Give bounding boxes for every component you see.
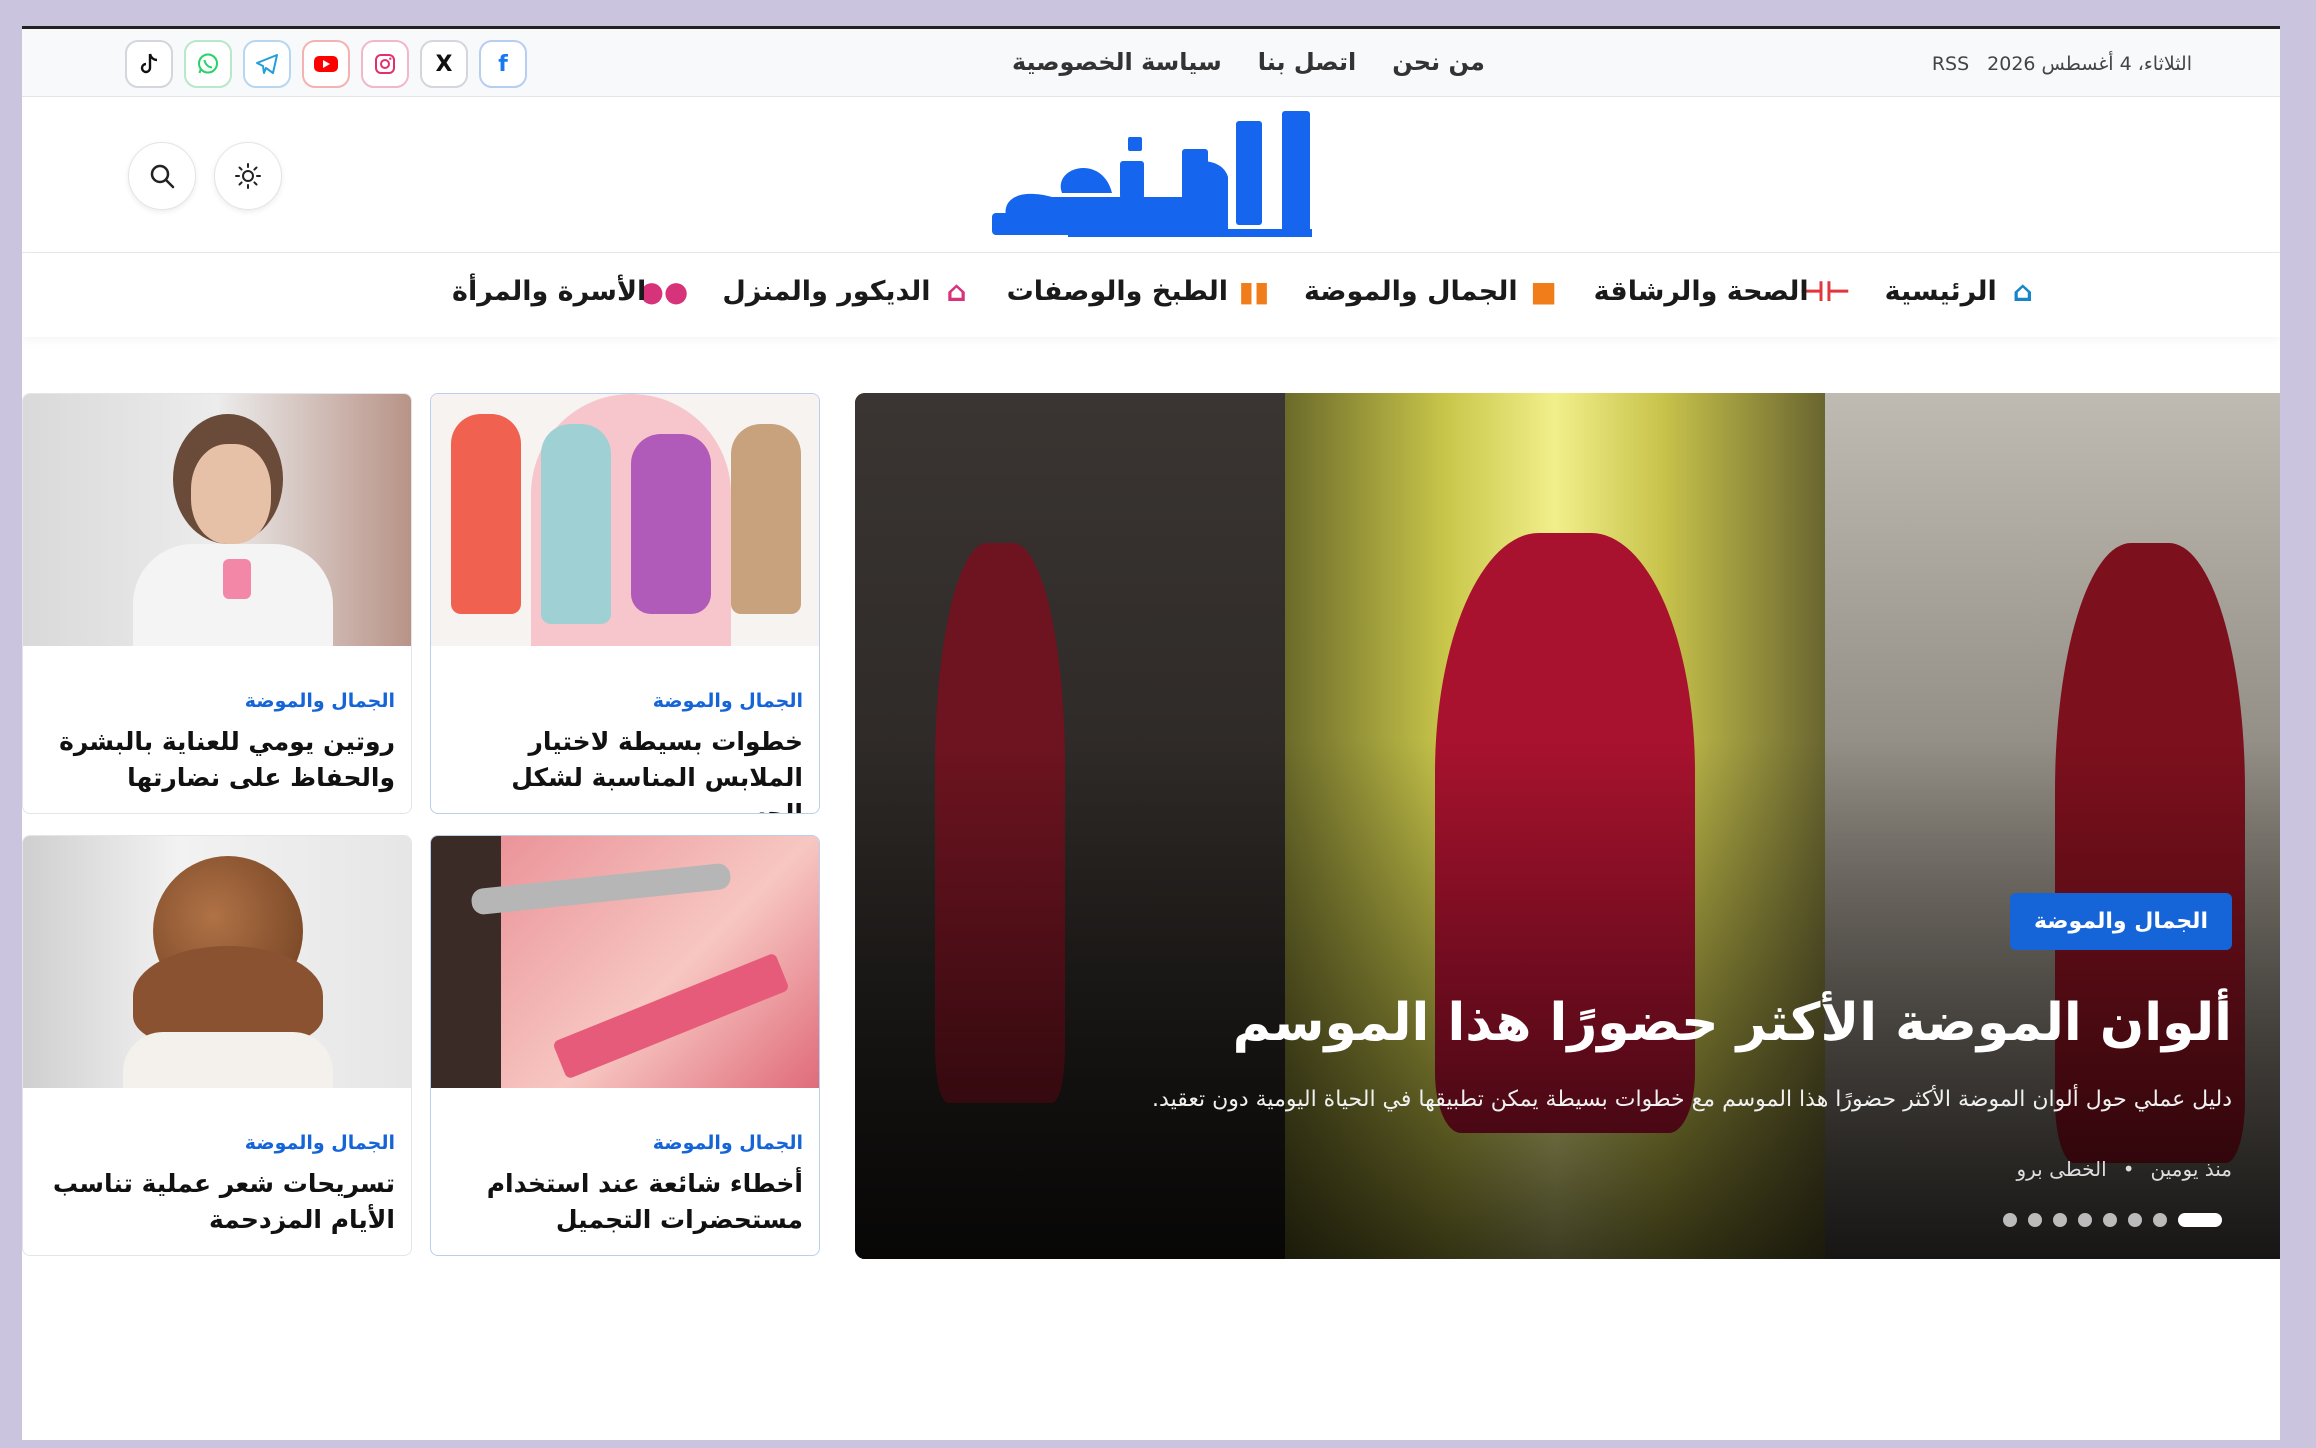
slider-dot[interactable] [2178,1213,2222,1227]
book-icon: ▮▮ [1238,275,1270,308]
social-links: f X [125,40,527,88]
users-icon: ●● [639,275,689,308]
slider-dot[interactable] [2053,1213,2067,1227]
slider-dot[interactable] [2103,1213,2117,1227]
card-category[interactable]: الجمال والموضة [653,1132,803,1154]
current-date: الثلاثاء، 4 أغسطس 2026 [1987,53,2192,75]
nav-item-cooking[interactable]: ▮▮ الطبخ والوصفات [1007,275,1270,308]
nav-label: الأسرة والمرأة [452,276,647,307]
article-thumbnail [23,836,411,1088]
hero-meta: منذ يومين • الخطى برو [2016,1157,2232,1181]
slider-dot[interactable] [2078,1213,2092,1227]
top-date-area: الثلاثاء، 4 أغسطس 2026 RSS [1932,53,2192,75]
browser-page: الثلاثاء، 4 أغسطس 2026 RSS من نحن اتصل ب… [22,26,2280,1440]
house-icon: ⌂ [946,275,967,308]
top-links: من نحن اتصل بنا سياسة الخصوصية [1012,48,1485,76]
slider-dot[interactable] [2003,1213,2017,1227]
main-nav: ⌂ الرئيسية ⊣⊢ الصحة والرشاقة ■ الجمال وا… [22,253,2280,337]
nav-item-beauty[interactable]: ■ الجمال والموضة [1304,275,1560,308]
site-header [22,97,2280,253]
slider-dot[interactable] [2028,1213,2042,1227]
site-logo[interactable] [982,97,1342,253]
card-category[interactable]: الجمال والموضة [245,690,395,712]
instagram-icon[interactable] [361,40,409,88]
nav-label: الجمال والموضة [1304,276,1518,307]
nav-label: الديكور والمنزل [722,276,931,307]
nav-label: الطبخ والوصفات [1006,276,1229,307]
slider-dots [2003,1213,2222,1227]
sun-icon [235,163,261,189]
nav-item-family[interactable]: ●● الأسرة والمرأة [452,275,688,308]
hero-title[interactable]: ألوان الموضة الأكثر حضورًا هذا الموسم [1233,993,2232,1053]
hero-slider[interactable]: الجمال والموضة ألوان الموضة الأكثر حضورً… [855,393,2280,1259]
nav-item-health[interactable]: ⊣⊢ الصحة والرشاقة [1594,275,1851,308]
article-card[interactable]: الجمال والموضة روتين يومي للعناية بالبشر… [22,393,412,814]
article-card[interactable]: الجمال والموضة خطوات بسيطة لاختيار الملا… [430,393,820,814]
rss-link[interactable]: RSS [1932,53,1969,75]
dumbbell-icon: ⊣⊢ [1799,275,1851,308]
meta-separator: • [2122,1157,2135,1181]
youtube-icon[interactable] [302,40,350,88]
privacy-link[interactable]: سياسة الخصوصية [1012,48,1222,76]
telegram-icon[interactable] [243,40,291,88]
article-thumbnail [431,394,819,646]
home-icon: ⌂ [2012,275,2033,308]
whatsapp-icon[interactable] [184,40,232,88]
nav-label: الرئيسية [1884,276,1997,307]
search-icon [150,164,175,189]
hero-category-badge[interactable]: الجمال والموضة [2009,893,2232,950]
slider-dot[interactable] [2128,1213,2142,1227]
article-thumbnail [431,836,819,1088]
about-link[interactable]: من نحن [1392,48,1485,76]
x-icon[interactable]: X [420,40,468,88]
article-thumbnail [23,394,411,646]
nav-list: ⌂ الرئيسية ⊣⊢ الصحة والرشاقة ■ الجمال وا… [452,275,2039,308]
tiktok-icon[interactable] [125,40,173,88]
hero-author[interactable]: الخطى برو [2016,1157,2106,1181]
contact-link[interactable]: اتصل بنا [1258,48,1356,76]
card-category[interactable]: الجمال والموضة [245,1132,395,1154]
nav-item-home[interactable]: ⌂ الرئيسية [1885,275,2039,308]
card-title[interactable]: أخطاء شائعة عند استخدام مستحضرات التجميل [445,1166,803,1238]
card-title[interactable]: خطوات بسيطة لاختيار الملابس المناسبة لشك… [445,724,803,813]
card-title[interactable]: روتين يومي للعناية بالبشرة والحفاظ على ن… [37,724,395,796]
top-bar: الثلاثاء، 4 أغسطس 2026 RSS من نحن اتصل ب… [22,29,2280,97]
hero-time: منذ يومين [2150,1157,2232,1181]
bag-icon: ■ [1530,275,1557,308]
nav-item-decor[interactable]: ⌂ الديكور والمنزل [722,275,972,308]
nav-label: الصحة والرشاقة [1593,276,1809,307]
search-button[interactable] [128,142,196,210]
hero-description: دليل عملي حول ألوان الموضة الأكثر حضورًا… [1152,1087,2232,1112]
article-card[interactable]: الجمال والموضة تسريحات شعر عملية تناسب ا… [22,835,412,1256]
slider-dot[interactable] [2153,1213,2167,1227]
card-title[interactable]: تسريحات شعر عملية تناسب الأيام المزدحمة [37,1166,395,1238]
article-card[interactable]: الجمال والموضة أخطاء شائعة عند استخدام م… [430,835,820,1256]
facebook-icon[interactable]: f [479,40,527,88]
theme-toggle-button[interactable] [214,142,282,210]
card-category[interactable]: الجمال والموضة [653,690,803,712]
